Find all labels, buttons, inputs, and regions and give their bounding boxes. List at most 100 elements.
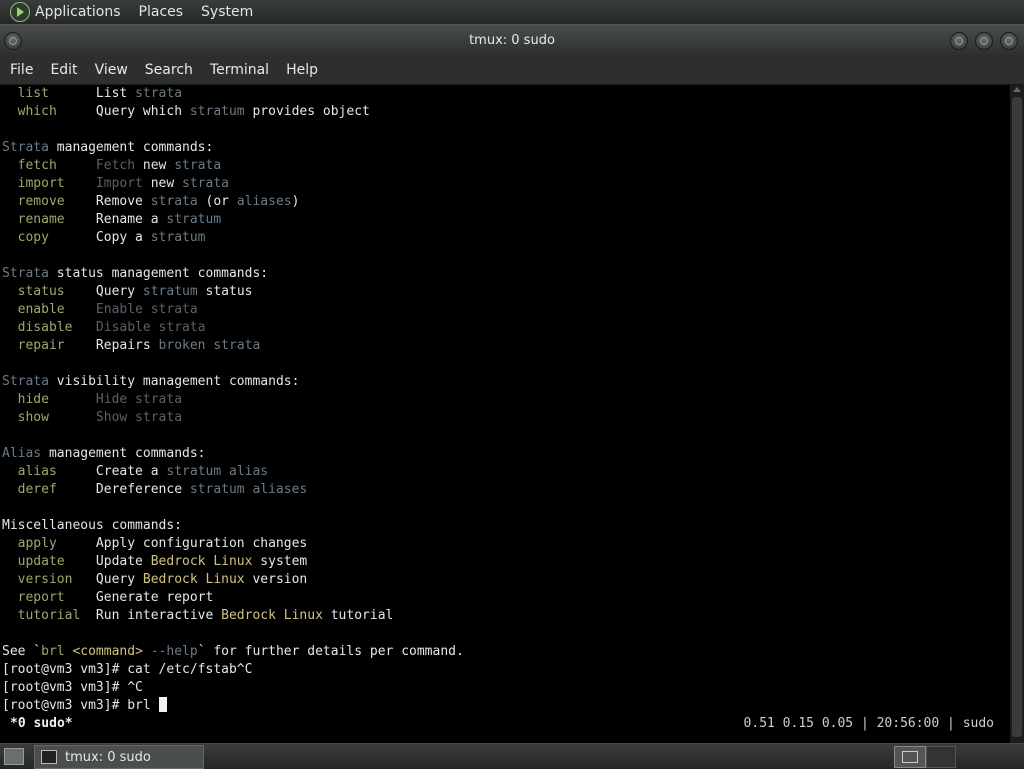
terminal-text: strata xyxy=(182,176,229,191)
terminal-text: status xyxy=(2,284,96,299)
terminal-line: list List strata xyxy=(2,85,182,103)
terminal-text: management commands: xyxy=(41,446,206,461)
terminal-line: which Query which stratum provides objec… xyxy=(2,103,370,121)
applications-menu[interactable]: Applications xyxy=(35,4,121,20)
taskbar-item-terminal[interactable]: tmux: 0 sudo xyxy=(34,745,204,769)
terminal-line: apply Apply configuration changes xyxy=(2,535,308,553)
terminal-text: report xyxy=(2,590,96,605)
terminal-text: rename xyxy=(2,212,96,227)
terminal-text: Rename a xyxy=(95,212,167,227)
terminal-text: Create a xyxy=(95,464,167,479)
menu-search[interactable]: Search xyxy=(145,62,193,78)
terminal-line: [root@vm3 vm3]# ^C xyxy=(2,679,143,697)
terminal-line: report Generate report xyxy=(2,589,214,607)
terminal-text: Strata xyxy=(2,140,49,155)
bottom-taskbar: tmux: 0 sudo xyxy=(0,743,1024,769)
terminal-text: --help xyxy=(142,644,198,659)
terminal-text: strata xyxy=(150,194,198,209)
terminal-text: update xyxy=(2,554,96,569)
workspace-2[interactable] xyxy=(926,746,956,768)
system-menu[interactable]: System xyxy=(201,4,253,20)
terminal-text: <command> xyxy=(72,644,143,659)
terminal-text: Dereference xyxy=(95,482,190,497)
terminal-text: copy xyxy=(2,230,96,245)
terminal-text: Remove xyxy=(95,194,151,209)
terminal-text: Query xyxy=(95,572,143,587)
terminal-line: hide Hide strata xyxy=(2,391,182,409)
menu-terminal[interactable]: Terminal xyxy=(210,62,269,78)
terminal-text: Miscellaneous commands: xyxy=(2,518,183,533)
terminal-text: stratum xyxy=(166,212,222,227)
menu-edit[interactable]: Edit xyxy=(50,62,77,78)
terminal-text: strata xyxy=(174,158,222,173)
terminal-line: tutorial Run interactive Bedrock Linux t… xyxy=(2,607,394,625)
terminal-line: repair Repairs broken strata xyxy=(2,337,261,355)
terminal-text: Generate report xyxy=(95,590,214,605)
terminal-text: disable xyxy=(2,320,96,335)
terminal-text: new xyxy=(142,158,175,173)
tmux-status-info: 0.51 0.15 0.05 | 20:56:00 | sudo xyxy=(743,716,994,731)
terminal-text: tutorial xyxy=(322,608,394,623)
terminal-line: Miscellaneous commands: xyxy=(2,517,182,535)
terminal-text: system xyxy=(252,554,308,569)
terminal-text: brl xyxy=(41,644,73,659)
terminal-text: Update xyxy=(95,554,151,569)
terminal-output[interactable]: list List strata which Query which strat… xyxy=(0,85,1010,743)
menu-help[interactable]: Help xyxy=(286,62,318,78)
terminal-text: Import xyxy=(95,176,151,191)
workspace-1[interactable] xyxy=(894,746,926,768)
terminal-line: fetch Fetch new strata xyxy=(2,157,222,175)
close-icon[interactable] xyxy=(1000,32,1018,50)
terminal-line: update Update Bedrock Linux system xyxy=(2,553,308,571)
minimize-icon[interactable] xyxy=(950,32,968,50)
terminal-line: status Query stratum status xyxy=(2,283,253,301)
terminal-text: Alias xyxy=(2,446,42,461)
terminal-text: fetch xyxy=(2,158,96,173)
show-desktop-icon[interactable] xyxy=(4,748,24,765)
terminal-text: tutorial xyxy=(2,608,96,623)
terminal-text: provides object xyxy=(244,104,370,119)
terminal-text: [root@vm3 vm3]# cat /etc/fstab^C xyxy=(2,662,253,677)
terminal-text: stratum xyxy=(142,284,198,299)
terminal-text: (or xyxy=(197,194,237,209)
terminal-text: ) xyxy=(291,194,300,209)
terminal-text: list xyxy=(2,86,96,101)
terminal-text: Bedrock Linux xyxy=(150,554,253,569)
window-titlebar[interactable]: tmux: 0 sudo xyxy=(0,24,1024,57)
terminal-text: management commands: xyxy=(48,140,214,155)
terminal-text: Bedrock Linux xyxy=(221,608,323,623)
menu-view[interactable]: View xyxy=(95,62,128,78)
gnome-logo-icon[interactable] xyxy=(10,2,30,22)
terminal-text: [root@vm3 vm3]# ^C xyxy=(2,680,143,695)
places-menu[interactable]: Places xyxy=(139,4,184,20)
terminal-text: apply xyxy=(2,536,96,551)
terminal-line: enable Enable strata xyxy=(2,301,198,319)
terminal-text: List xyxy=(95,86,136,101)
terminal-text: ` for further details per command. xyxy=(197,644,464,659)
scroll-thumb[interactable] xyxy=(1012,97,1022,737)
terminal-line: [root@vm3 vm3]# brl xyxy=(2,697,167,715)
scrollbar[interactable] xyxy=(1010,85,1024,743)
terminal-text: Query xyxy=(95,284,143,299)
top-panel: Applications Places System xyxy=(0,0,1024,24)
terminal-text: Repairs xyxy=(95,338,159,353)
terminal-text: Hide strata xyxy=(95,392,183,407)
terminal-text: hide xyxy=(2,392,96,407)
terminal-text: status xyxy=(197,284,253,299)
menubar: File Edit View Search Terminal Help xyxy=(0,56,1024,85)
terminal-text: repair xyxy=(2,338,96,353)
terminal-text: status management commands: xyxy=(48,266,269,281)
terminal-line: Strata status management commands: xyxy=(2,265,268,283)
terminal-text: Enable strata xyxy=(95,302,198,317)
terminal-text: visibility management commands: xyxy=(48,374,300,389)
scroll-up-icon[interactable] xyxy=(1013,87,1021,92)
terminal-line: alias Create a stratum alias xyxy=(2,463,268,481)
maximize-icon[interactable] xyxy=(975,32,993,50)
terminal-text: strata xyxy=(135,86,183,101)
terminal-line: [root@vm3 vm3]# cat /etc/fstab^C xyxy=(2,661,252,679)
terminal-line: disable Disable strata xyxy=(2,319,206,337)
terminal-line: Alias management commands: xyxy=(2,445,206,463)
terminal-text: show xyxy=(2,410,96,425)
terminal-text: Run interactive xyxy=(95,608,222,623)
menu-file[interactable]: File xyxy=(10,62,33,78)
